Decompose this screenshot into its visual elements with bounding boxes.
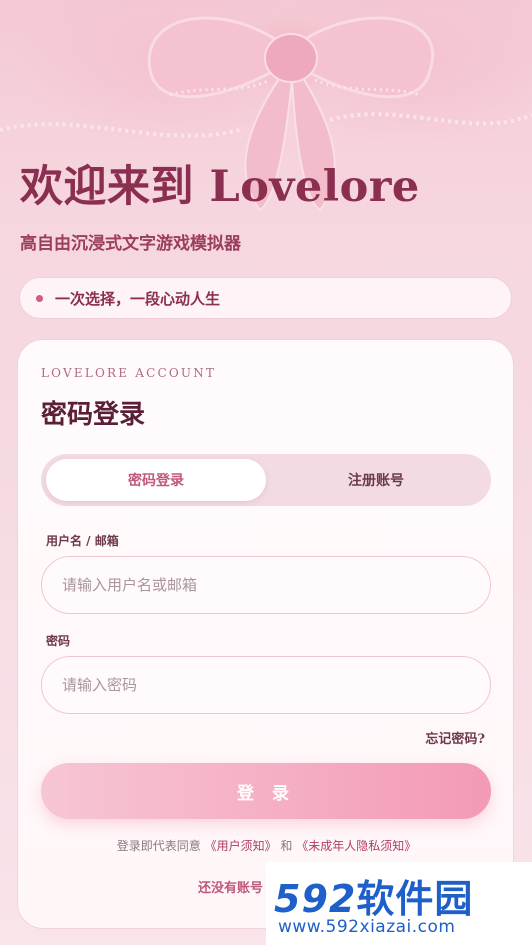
terms-prefix: 登录即代表同意 bbox=[116, 839, 201, 853]
tab-password-login[interactable]: 密码登录 bbox=[46, 459, 266, 501]
site-watermark: 592软件园 www.592xiazai.com bbox=[266, 862, 532, 945]
bullet-dot-icon bbox=[36, 294, 43, 302]
tab-register[interactable]: 注册账号 bbox=[266, 459, 486, 501]
slogan-text: 一次选择，一段心动人生 bbox=[55, 289, 221, 308]
terms-notice: 登录即代表同意 《用户须知》 和 《未成年人隐私须知》 bbox=[18, 837, 515, 854]
watermark-brand: 592软件园 bbox=[274, 868, 473, 923]
watermark-number: 592 bbox=[274, 877, 357, 921]
register-link[interactable]: 还没有账号 bbox=[198, 877, 263, 896]
minor-privacy-link[interactable]: 《未成年人隐私须知》 bbox=[296, 839, 416, 853]
watermark-url: www.592xiazai.com bbox=[278, 917, 456, 937]
page-title: 欢迎来到 Lovelore bbox=[20, 162, 420, 212]
username-label: 用户名 / 邮箱 bbox=[46, 534, 119, 548]
login-card: LOVELORE ACCOUNT 密码登录 密码登录 注册账号 用户名 / 邮箱… bbox=[17, 339, 514, 929]
username-input[interactable] bbox=[41, 556, 491, 614]
user-terms-link[interactable]: 《用户须知》 bbox=[205, 839, 277, 853]
card-title: 密码登录 bbox=[41, 400, 146, 430]
slogan-banner: 一次选择，一段心动人生 bbox=[19, 277, 512, 319]
terms-and: 和 bbox=[280, 839, 293, 853]
forgot-password-link[interactable]: 忘记密码? bbox=[425, 728, 485, 747]
login-button[interactable]: 登 录 bbox=[41, 763, 491, 819]
auth-tabs: 密码登录 注册账号 bbox=[41, 454, 491, 506]
account-eyebrow: LOVELORE ACCOUNT bbox=[41, 366, 217, 380]
watermark-text: 软件园 bbox=[356, 877, 474, 921]
page-subtitle: 高自由沉浸式文字游戏模拟器 bbox=[20, 234, 241, 254]
password-label: 密码 bbox=[46, 634, 71, 648]
password-input[interactable] bbox=[41, 656, 491, 714]
